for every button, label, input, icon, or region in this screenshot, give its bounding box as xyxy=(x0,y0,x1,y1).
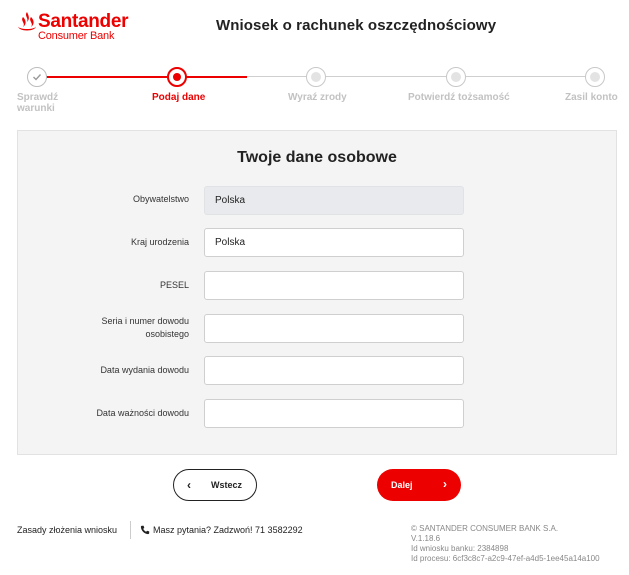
header: Santander Consumer Bank Wniosek o rachun… xyxy=(0,0,629,56)
birth-country-field[interactable]: Polska xyxy=(204,228,464,257)
step-4-dot xyxy=(451,72,461,82)
phone-contact[interactable]: Masz pytania? Zadzwoń! 71 3582292 xyxy=(140,525,303,535)
step-5-circle xyxy=(585,67,605,87)
chevron-right-icon: › xyxy=(443,477,447,491)
bank-request-id: Id wniosku banku: 2384898 xyxy=(411,544,509,553)
checkmark-icon xyxy=(33,74,42,81)
pesel-label: PESEL xyxy=(159,280,189,290)
step-2-dot xyxy=(173,73,181,81)
santander-logo[interactable]: Santander Consumer Bank xyxy=(17,11,129,45)
id-number-input[interactable] xyxy=(204,314,464,343)
personal-data-form: Twoje dane osobowe Obywatelstwo Polska K… xyxy=(17,130,617,455)
progress-stepper: Sprawdź warunki Podaj dane Wyraź zrody P… xyxy=(0,66,629,116)
back-button-label: Wstecz xyxy=(211,480,243,490)
process-id: Id procesu: 6cf3c8c7-a2c9-47ef-a4d5-1ee4… xyxy=(411,554,600,563)
step-5-dot xyxy=(590,72,600,82)
version: V.1.18.6 xyxy=(411,534,441,543)
footer-divider xyxy=(130,521,131,539)
id-issue-date-label: Data wydania dowodu xyxy=(100,365,189,375)
id-expiry-date-label: Data ważności dowodu xyxy=(96,408,189,418)
id-issue-date-input[interactable] xyxy=(204,356,464,385)
id-expiry-date-input[interactable] xyxy=(204,399,464,428)
citizenship-field: Polska xyxy=(204,186,464,215)
step-1-label[interactable]: Sprawdź warunki xyxy=(17,92,67,114)
brand-subtitle: Consumer Bank xyxy=(38,30,115,42)
step-5-label: Zasil konto xyxy=(565,92,618,103)
legal-info: © SANTANDER CONSUMER BANK S.A. V.1.18.6 … xyxy=(411,524,600,564)
step-3-label: Wyraź zrody xyxy=(288,92,347,103)
page-title: Wniosek o rachunek oszczędnościowy xyxy=(216,17,497,34)
flame-icon xyxy=(18,12,36,31)
step-1-circle[interactable] xyxy=(27,67,47,87)
step-3-circle xyxy=(306,67,326,87)
form-title: Twoje dane osobowe xyxy=(237,149,397,166)
birth-country-label: Kraj urodzenia xyxy=(130,237,189,247)
pesel-input[interactable] xyxy=(204,271,464,300)
phone-text: Masz pytania? Zadzwoń! 71 3582292 xyxy=(153,525,303,535)
chevron-left-icon: ‹ xyxy=(187,478,191,492)
step-3-dot xyxy=(311,72,321,82)
step-2-label[interactable]: Podaj dane xyxy=(152,92,205,103)
id-number-label: Seria i numer dowodu osobistego xyxy=(101,316,189,339)
stepper-progress-line xyxy=(37,76,247,78)
copyright: © SANTANDER CONSUMER BANK S.A. xyxy=(411,524,559,533)
back-button[interactable]: ‹ Wstecz xyxy=(173,469,257,501)
application-rules-link[interactable]: Zasady złożenia wniosku xyxy=(17,525,117,535)
step-2-circle[interactable] xyxy=(167,67,187,87)
step-4-circle xyxy=(446,67,466,87)
next-button-label: Dalej xyxy=(391,480,413,490)
phone-icon xyxy=(140,525,150,535)
citizenship-label: Obywatelstwo xyxy=(132,194,189,204)
step-4-label: Potwierdź tożsamość xyxy=(408,92,510,103)
next-button[interactable]: Dalej › xyxy=(377,469,461,501)
